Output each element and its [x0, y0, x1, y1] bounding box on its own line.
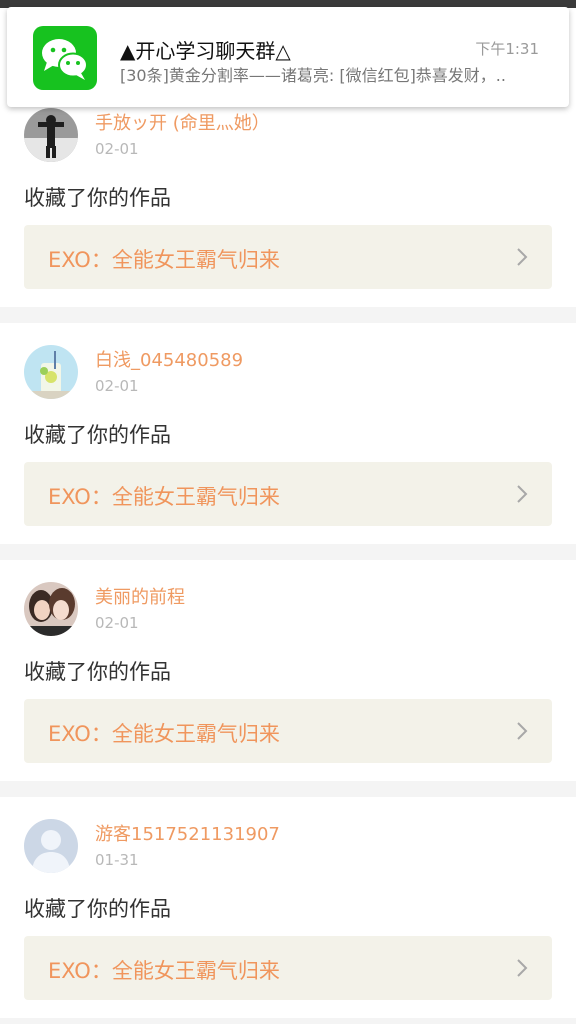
date: 02-01 [95, 377, 139, 395]
action-text: 收藏了你的作品 [24, 660, 171, 684]
work-link[interactable]: EXO：全能女王霸气归来 [24, 936, 552, 1000]
avatar[interactable] [24, 108, 78, 162]
work-title: EXO：全能女王霸气归来 [48, 722, 280, 746]
chevron-right-icon [517, 485, 528, 503]
username[interactable]: 游客1517521131907 [95, 820, 280, 846]
chevron-right-icon [517, 722, 528, 740]
wechat-icon [33, 26, 97, 90]
work-link[interactable]: EXO：全能女王霸气归来 [24, 225, 552, 289]
username[interactable]: 手放ッ开 (命里灬她） [95, 109, 270, 135]
list-item: 白浅_045480589 02-01 收藏了你的作品 EXO：全能女王霸气归来 [0, 323, 576, 544]
action-text: 收藏了你的作品 [24, 423, 171, 447]
chevron-right-icon [517, 248, 528, 266]
avatar[interactable] [24, 819, 78, 873]
work-title: EXO：全能女王霸气归来 [48, 248, 280, 272]
date: 02-01 [95, 140, 139, 158]
notification-body: [30条]黄金分割率——诸葛亮: [微信红包]恭喜发财，.. [120, 66, 506, 85]
notification-title: ▲开心学习聊天群△ [120, 39, 291, 63]
date: 02-01 [95, 614, 139, 632]
username[interactable]: 美丽的前程 [95, 583, 185, 609]
work-link[interactable]: EXO：全能女王霸气归来 [24, 462, 552, 526]
action-text: 收藏了你的作品 [24, 897, 171, 921]
list-item: 手放ッ开 (命里灬她） 02-01 收藏了你的作品 EXO：全能女王霸气归来 [0, 86, 576, 307]
work-title: EXO：全能女王霸气归来 [48, 485, 280, 509]
wechat-notification[interactable]: ▲开心学习聊天群△ 下午1:31 [30条]黄金分割率——诸葛亮: [微信红包]… [7, 7, 569, 107]
date: 01-31 [95, 851, 139, 869]
chevron-right-icon [517, 959, 528, 977]
avatar[interactable] [24, 345, 78, 399]
username[interactable]: 白浅_045480589 [95, 346, 243, 372]
avatar[interactable] [24, 582, 78, 636]
action-text: 收藏了你的作品 [24, 186, 171, 210]
list-item: 美丽的前程 02-01 收藏了你的作品 EXO：全能女王霸气归来 [0, 560, 576, 781]
work-link[interactable]: EXO：全能女王霸气归来 [24, 699, 552, 763]
notification-time: 下午1:31 [475, 40, 539, 58]
work-title: EXO：全能女王霸气归来 [48, 959, 280, 983]
list-item: 游客1517521131907 01-31 收藏了你的作品 EXO：全能女王霸气… [0, 797, 576, 1018]
